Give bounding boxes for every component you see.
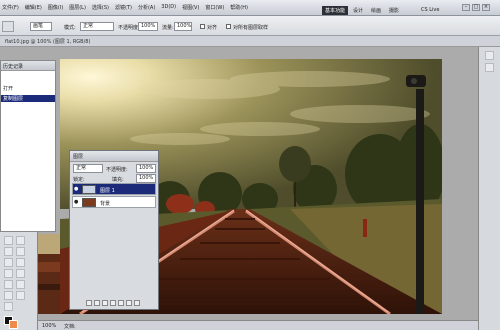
lasso-tool-icon[interactable] — [4, 258, 13, 267]
hand-tool-icon[interactable] — [16, 280, 25, 289]
minimize-button[interactable]: – — [462, 4, 470, 11]
menu-view[interactable]: 视图(V) — [182, 4, 199, 11]
brush-tool-icon[interactable] — [2, 21, 14, 32]
marquee-tool-icon[interactable] — [4, 247, 13, 256]
layer-opacity-field[interactable]: 100% — [136, 164, 156, 173]
app-bar: 文件(F) 编辑(E) 图像(I) 图层(L) 选择(S) 滤镜(T) 分析(A… — [0, 0, 500, 16]
image-preview-strip — [38, 234, 60, 314]
layer-style-icon[interactable] — [94, 300, 100, 306]
layer-thumbnail — [82, 198, 96, 207]
layer-row[interactable]: ● 图层 1 — [72, 183, 156, 195]
eraser-tool-icon[interactable] — [16, 236, 25, 245]
panel-icon[interactable] — [485, 51, 494, 60]
menu-select[interactable]: 选择(S) — [92, 4, 109, 11]
menu-file[interactable]: 文件(F) — [2, 4, 19, 11]
workspace-basic[interactable]: 基本功能 — [322, 6, 349, 15]
menu-filter[interactable]: 滤镜(T) — [115, 4, 132, 11]
clone-stamp-tool-icon[interactable] — [4, 302, 13, 311]
history-item[interactable]: 打开 — [1, 85, 55, 92]
menu-analysis[interactable]: 分析(A) — [138, 4, 155, 11]
layers-panel: 图层 正常 不透明度: 100% 锁定: 填充: 100% ● 图层 1 ● 背… — [69, 150, 159, 310]
maximize-button[interactable]: □ — [472, 4, 480, 11]
menu-image[interactable]: 图像(I) — [48, 4, 63, 11]
link-layers-icon[interactable] — [86, 300, 92, 306]
pen-tool-icon[interactable] — [16, 269, 25, 278]
layer-mask-icon[interactable] — [102, 300, 108, 306]
adjustment-layer-icon[interactable] — [110, 300, 116, 306]
flow-label: 流量: — [162, 25, 174, 31]
menu-window[interactable]: 窗口(W) — [205, 4, 224, 11]
layer-name: 背景 — [100, 201, 111, 207]
move-tool-icon[interactable] — [4, 236, 13, 245]
fill-label: 填充: — [112, 177, 124, 183]
crop-tool-icon[interactable] — [4, 280, 13, 289]
flow-field[interactable]: 100% — [174, 22, 192, 31]
document-tab-bar: flat10.jpg @ 100% (图层 1, RGB/8) — [0, 36, 500, 47]
group-folder-icon[interactable] — [118, 300, 124, 306]
opacity-label: 不透明度: — [118, 25, 140, 31]
opacity-field[interactable]: 100% — [138, 22, 158, 31]
mode-select[interactable]: 正常 — [80, 22, 114, 31]
history-panel-header[interactable]: 历史记录 — [1, 61, 55, 71]
options-bar: 画笔 模式: 正常 不透明度: 100% 流量: 100% 对齐 对所有图层取样 — [0, 16, 500, 36]
text-tool-icon[interactable] — [16, 258, 25, 267]
cs-live-button[interactable]: CS Live — [418, 6, 442, 15]
layer-name: 图层 1 — [100, 188, 115, 194]
layer-thumbnail — [82, 185, 96, 194]
status-zoom[interactable]: 100% — [42, 323, 56, 329]
image-preview — [38, 234, 60, 314]
panel-icon[interactable] — [485, 63, 494, 72]
mode-label: 模式: — [64, 25, 76, 31]
workspace-design[interactable]: 设计 — [350, 6, 366, 15]
menu-3d[interactable]: 3D(D) — [161, 4, 176, 11]
sample-all-label: 对所有图层取样 — [233, 25, 269, 31]
history-title: 历史记录 — [3, 64, 24, 70]
delete-layer-icon[interactable] — [134, 300, 140, 306]
workspace-photo[interactable]: 摄影 — [386, 6, 402, 15]
layer-row[interactable]: ● 背景 — [72, 196, 156, 208]
status-bar: 100% 文档: — [38, 320, 478, 330]
zoom-tool-icon[interactable] — [16, 291, 25, 300]
layers-panel-title: 图层 — [73, 154, 84, 160]
eye-icon[interactable]: ● — [74, 187, 79, 192]
menu-bar: 文件(F) 编辑(E) 图像(I) 图层(L) 选择(S) 滤镜(T) 分析(A… — [2, 4, 254, 11]
eye-icon[interactable]: ● — [74, 200, 79, 205]
new-layer-icon[interactable] — [126, 300, 132, 306]
aligned-checkbox[interactable] — [200, 24, 205, 29]
toolbox — [0, 232, 38, 330]
fill-field[interactable]: 100% — [136, 174, 156, 183]
history-panel: 历史记录 打开 复制图层 — [0, 60, 56, 232]
sample-all-checkbox[interactable] — [226, 24, 231, 29]
document-tab[interactable]: flat10.jpg @ 100% (图层 1, RGB/8) — [5, 38, 90, 45]
workspace-paint[interactable]: 绘画 — [368, 6, 384, 15]
gradient-tool-icon[interactable] — [16, 247, 25, 256]
layer-opacity-label: 不透明度: — [106, 167, 128, 173]
right-dock — [478, 47, 500, 330]
status-doc: 文档: — [64, 324, 76, 330]
background-color-swatch[interactable] — [9, 320, 18, 329]
close-button[interactable]: × — [482, 4, 490, 11]
menu-layer[interactable]: 图层(L) — [69, 4, 86, 11]
magic-wand-tool-icon[interactable] — [4, 269, 13, 278]
aligned-label: 对齐 — [207, 25, 218, 31]
blend-mode-select[interactable]: 正常 — [73, 164, 103, 173]
menu-edit[interactable]: 编辑(E) — [25, 4, 42, 11]
history-item[interactable]: 复制图层 — [1, 95, 55, 102]
brush-tool-icon[interactable] — [4, 291, 13, 300]
layers-panel-header[interactable]: 图层 — [70, 151, 158, 162]
lock-label: 锁定: — [73, 177, 85, 183]
brush-preset-select[interactable]: 画笔 — [30, 22, 52, 31]
menu-help[interactable]: 帮助(H) — [230, 4, 248, 11]
